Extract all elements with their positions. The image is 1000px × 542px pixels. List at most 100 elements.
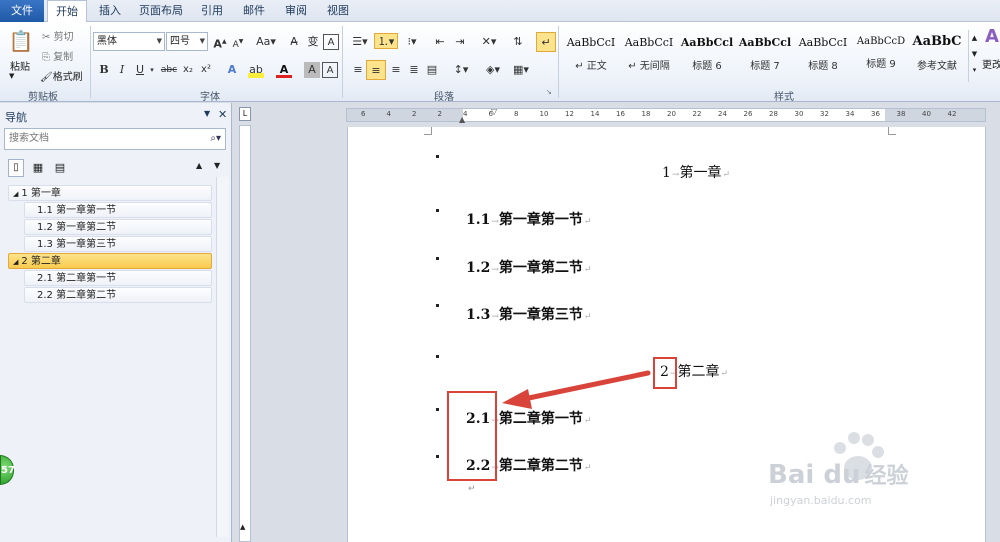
bullet-mark xyxy=(436,304,439,307)
paste-dropdown-icon[interactable]: ▼ xyxy=(9,72,14,80)
align-right-icon[interactable]: ≡ xyxy=(388,62,404,78)
style-sample: AaBbCcI xyxy=(566,36,616,49)
heading-text: 第二章第二节 xyxy=(498,458,583,474)
tab-page-layout[interactable]: 页面布局 xyxy=(132,0,190,22)
justify-icon[interactable]: ≣ xyxy=(406,62,422,78)
underline-dropdown-icon[interactable]: ▾ xyxy=(144,62,160,78)
tab-mailings[interactable]: 邮件 xyxy=(234,0,274,22)
style-bibliography[interactable]: AaBbC 参考文献 xyxy=(908,28,966,76)
tree-item-label: 1 第一章 xyxy=(21,188,61,199)
align-center-icon[interactable]: ≡ xyxy=(366,60,386,80)
search-icon[interactable]: ⌕▾ xyxy=(210,129,221,149)
cut-button[interactable]: ✂ 剪切 xyxy=(42,28,74,43)
tab-selector-icon[interactable]: L xyxy=(239,107,251,121)
format-painter-button[interactable]: 🖌格式刷 xyxy=(40,68,83,83)
search-input[interactable]: 搜索文档 ⌕▾ xyxy=(4,128,226,150)
indent-marker-icon[interactable]: ▲ xyxy=(459,115,465,124)
style-name: 标题 7 xyxy=(750,61,780,72)
badge[interactable]: 57 xyxy=(0,455,15,485)
style-heading-8[interactable]: AaBbCcI 标题 8 xyxy=(794,28,852,76)
collapse-icon[interactable]: ◢ xyxy=(9,258,21,266)
italic-icon[interactable]: I xyxy=(114,62,130,78)
horizontal-ruler[interactable]: 6 4 2 2 4 6 8 10 12 14 16 18 20 22 24 26 28 30 32 34 36 38 40 4… xyxy=(346,107,986,124)
style-heading-7[interactable]: AaBbCcl 标题 7 xyxy=(736,28,794,76)
tab-insert[interactable]: 插入 xyxy=(90,0,130,22)
paste-button[interactable]: 粘贴 xyxy=(10,58,30,73)
tab-view[interactable]: 视图 xyxy=(318,0,358,22)
close-icon[interactable]: ✕ xyxy=(218,108,227,121)
char-shading-icon[interactable]: A xyxy=(304,62,320,78)
char-border-icon[interactable]: A xyxy=(322,62,338,78)
bold-icon[interactable]: B xyxy=(96,62,112,78)
copy-button[interactable]: ⎘ 复制 xyxy=(42,48,73,63)
copy-label: 复制 xyxy=(53,52,74,63)
subscript-icon[interactable]: x₂ xyxy=(180,62,196,78)
previous-heading-icon[interactable]: ▲ xyxy=(196,161,202,170)
align-left-icon[interactable]: ≡ xyxy=(350,62,366,78)
ribbon-separator xyxy=(558,26,559,98)
superscript-icon[interactable]: x² xyxy=(198,62,214,78)
browse-results-icon[interactable]: ▤ xyxy=(52,159,68,177)
increase-indent-icon[interactable]: ⇥ xyxy=(452,34,468,50)
text-effects-icon[interactable]: A xyxy=(224,62,240,78)
borders-icon[interactable]: ▦▾ xyxy=(510,62,532,78)
highlight-icon[interactable]: ab xyxy=(248,62,264,78)
paste-icon[interactable]: 📋 xyxy=(8,28,34,54)
next-heading-icon[interactable]: ▼ xyxy=(214,161,220,170)
font-color-icon[interactable]: A xyxy=(276,62,292,78)
nav-options-icon[interactable]: ▼ xyxy=(204,109,210,118)
decrease-indent-icon[interactable]: ⇤ xyxy=(432,34,448,50)
show-marks-icon[interactable]: ↵ xyxy=(536,32,556,52)
paragraph-shading-icon[interactable]: ◈▾ xyxy=(482,62,504,78)
style-heading-9[interactable]: AaBbCcD 标题 9 xyxy=(852,28,910,76)
font-size-combo[interactable]: 四号 ▼ xyxy=(166,32,208,51)
heading-2[interactable]: 1.1→第一章第一节↵ xyxy=(466,209,591,229)
collapse-icon[interactable]: ◢ xyxy=(9,190,21,198)
tree-item-selected[interactable]: ◢ 2 第二章 xyxy=(8,253,212,269)
line-spacing-icon[interactable]: ↕▾ xyxy=(450,62,472,78)
tree-item[interactable]: 2.1 第二章第一节 xyxy=(24,270,212,286)
tab-home[interactable]: 开始 xyxy=(47,0,87,23)
heading-2[interactable]: 1.2→第一章第二节↵ xyxy=(466,257,591,277)
grow-font-icon[interactable]: A▲ xyxy=(212,34,228,51)
enclose-char-icon[interactable]: A xyxy=(323,34,339,50)
style-normal[interactable]: AaBbCcI ↵ 正文 xyxy=(562,28,620,76)
change-styles-icon[interactable]: A xyxy=(985,26,999,47)
distributed-icon[interactable]: ▤ xyxy=(424,62,440,78)
shrink-font-icon[interactable]: A▼ xyxy=(230,34,246,50)
clear-formatting-icon[interactable]: A̶ xyxy=(286,34,302,50)
scroll-up-icon[interactable]: ▲ xyxy=(240,523,245,531)
multilevel-list-icon[interactable]: ⁝▾ xyxy=(402,34,422,50)
nav-scrollbar[interactable] xyxy=(216,177,229,537)
annotation-box xyxy=(447,391,497,481)
bullets-icon[interactable]: ☰▾ xyxy=(350,34,370,50)
tab-file[interactable]: 文件 xyxy=(0,0,44,22)
phonetic-guide-icon[interactable]: 变 xyxy=(305,34,321,50)
strikethrough-icon[interactable]: abc xyxy=(160,62,178,78)
tree-item[interactable]: 2.2 第二章第二节 xyxy=(24,287,212,303)
tab-references[interactable]: 引用 xyxy=(192,0,232,22)
styles-scroll[interactable]: ▲ ▼ ▾ xyxy=(968,30,980,82)
style-no-spacing[interactable]: AaBbCcI ↵ 无间隔 xyxy=(620,28,678,76)
style-sample: AaBbCcI xyxy=(798,36,848,49)
browse-pages-icon[interactable]: ▦ xyxy=(30,159,46,177)
heading-1[interactable]: 1→第一章↵ xyxy=(662,162,730,182)
tree-item[interactable]: 1.2 第一章第二节 xyxy=(24,219,212,235)
ruler-number: 18 xyxy=(641,110,651,118)
tab-review[interactable]: 审阅 xyxy=(276,0,316,22)
change-case-icon[interactable]: Aa▾ xyxy=(255,34,277,50)
tree-item[interactable]: 1.1 第一章第一节 xyxy=(24,202,212,218)
paragraph-dialog-icon[interactable]: ↘ xyxy=(546,88,552,96)
browse-headings-icon[interactable]: ▯ xyxy=(8,159,24,177)
first-line-indent-icon[interactable]: ▽ xyxy=(491,107,497,116)
font-name-combo[interactable]: 黑体 ▼ xyxy=(93,32,165,51)
tree-item[interactable]: 1.3 第一章第三节 xyxy=(24,236,212,252)
sort-icon[interactable]: ⇅ xyxy=(510,34,526,50)
heading-2[interactable]: 1.3→第一章第三节↵ xyxy=(466,304,591,324)
style-heading-6[interactable]: AaBbCcl 标题 6 xyxy=(678,28,736,76)
numbering-icon[interactable]: ⒈▾ xyxy=(374,33,398,49)
change-styles-button[interactable]: 更改 xyxy=(982,56,1000,71)
ruler-number: 26 xyxy=(743,110,753,118)
tree-item[interactable]: ◢ 1 第一章 xyxy=(8,185,212,201)
asian-layout-icon[interactable]: ✕▾ xyxy=(478,34,500,50)
